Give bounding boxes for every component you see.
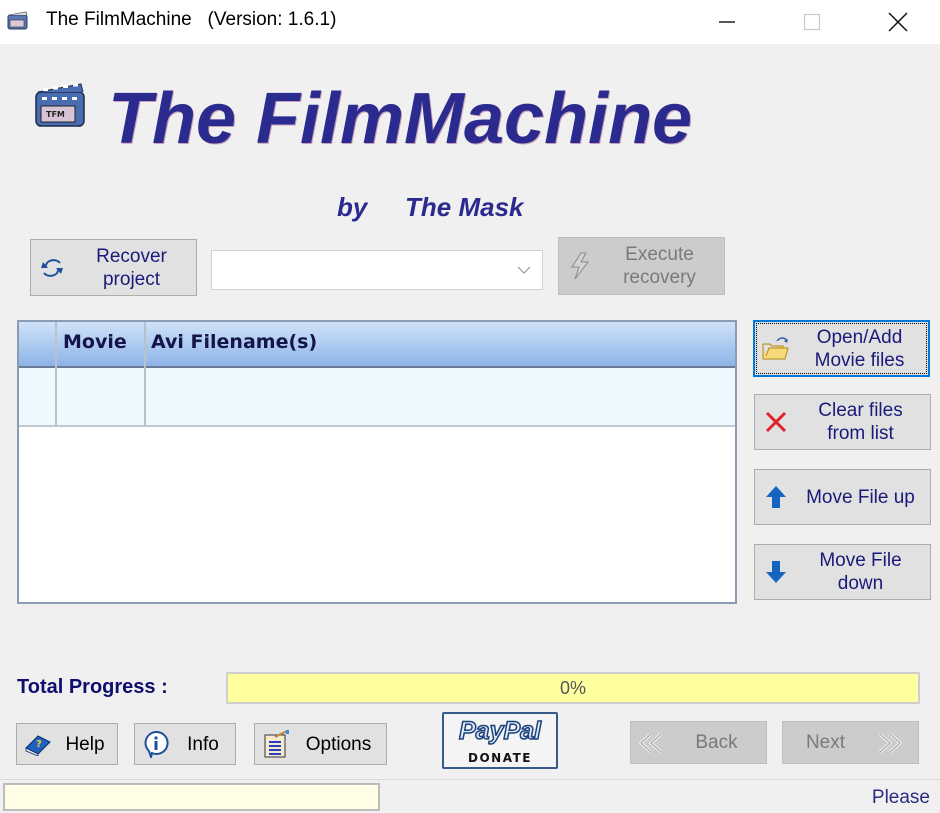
window-title: The FilmMachine (Version: 1.6.1) bbox=[46, 9, 337, 30]
back-button[interactable]: Back bbox=[630, 721, 767, 764]
move-up-label: Move File up bbox=[806, 486, 915, 508]
double-chevron-right-icon bbox=[878, 732, 903, 753]
paypal-donate-label: DONATE bbox=[468, 751, 532, 765]
help-book-icon: ? bbox=[25, 735, 51, 756]
options-clipboard-icon bbox=[264, 730, 289, 758]
maximize-button[interactable] bbox=[782, 0, 842, 44]
arrow-up-icon bbox=[766, 486, 786, 508]
paypal-logo: PayPal bbox=[458, 716, 542, 746]
total-progress-label: Total Progress : bbox=[17, 676, 168, 698]
info-icon bbox=[144, 730, 169, 758]
open-folder-icon bbox=[762, 336, 789, 359]
recover-project-button[interactable]: Recover project bbox=[30, 239, 197, 296]
execute-label-line1: Execute bbox=[625, 244, 694, 265]
progress-percent-text: 0% bbox=[559, 678, 586, 698]
close-button[interactable] bbox=[868, 0, 928, 44]
grid-header: Movie Avi Filename(s) bbox=[19, 322, 735, 368]
status-field bbox=[3, 783, 380, 811]
byline-by: by bbox=[337, 192, 368, 222]
move-file-up-button[interactable]: Move File up bbox=[754, 469, 931, 525]
info-button[interactable]: Info bbox=[134, 723, 236, 765]
back-label: Back bbox=[695, 732, 738, 753]
column-divider bbox=[144, 322, 146, 427]
execute-recovery-button[interactable]: Execute recovery bbox=[558, 237, 725, 295]
film-clapper-icon: TFM bbox=[35, 83, 85, 127]
lightning-icon bbox=[571, 252, 590, 280]
red-x-icon bbox=[765, 411, 787, 433]
open-label-line2: Movie files bbox=[814, 349, 905, 371]
byline-author: The Mask bbox=[405, 192, 524, 222]
move-file-down-button[interactable]: Move File down bbox=[754, 544, 931, 600]
chevron-down-icon[interactable] bbox=[506, 251, 542, 289]
column-header-movie[interactable]: Movie bbox=[63, 331, 127, 353]
banner-title: The FilmMachine bbox=[108, 79, 693, 159]
clear-label-line1: Clear files bbox=[818, 400, 903, 421]
help-button[interactable]: ? Help bbox=[16, 723, 118, 765]
move-down-label-line1: Move File bbox=[819, 550, 902, 571]
table-row[interactable] bbox=[19, 368, 735, 427]
title-bar: The FilmMachine (Version: 1.6.1) bbox=[0, 0, 940, 44]
help-label: Help bbox=[65, 733, 105, 755]
status-bar: Please bbox=[0, 779, 940, 813]
info-label: Info bbox=[187, 733, 219, 755]
next-label: Next bbox=[805, 732, 846, 753]
maximize-icon bbox=[803, 13, 821, 31]
move-down-label-line2: down bbox=[837, 573, 884, 594]
options-label: Options bbox=[305, 733, 372, 755]
close-icon bbox=[888, 12, 908, 32]
svg-text:TFM: TFM bbox=[46, 110, 65, 119]
clear-label-line2: from list bbox=[827, 423, 894, 444]
clear-files-button[interactable]: Clear files from list bbox=[754, 394, 931, 450]
arrow-down-icon bbox=[766, 561, 786, 583]
double-chevron-left-icon bbox=[638, 732, 663, 753]
next-button[interactable]: Next bbox=[782, 721, 919, 764]
app-icon bbox=[7, 11, 28, 30]
paypal-donate-button[interactable]: PayPal DONATE bbox=[442, 712, 558, 769]
total-progress-bar: 0% bbox=[226, 672, 920, 704]
minimize-icon bbox=[719, 21, 735, 23]
column-header-avi-filenames[interactable]: Avi Filename(s) bbox=[151, 331, 317, 353]
movie-file-grid[interactable]: Movie Avi Filename(s) bbox=[17, 320, 737, 604]
status-text: Please bbox=[871, 787, 930, 808]
options-button[interactable]: Options bbox=[254, 723, 387, 765]
column-divider bbox=[55, 322, 57, 427]
project-select[interactable] bbox=[211, 250, 543, 290]
app-window: The FilmMachine (Version: 1.6.1) TFM The… bbox=[0, 0, 940, 813]
recover-arrows-icon bbox=[41, 258, 63, 277]
svg-text:?: ? bbox=[36, 739, 42, 750]
open-label-line1: Open/Add bbox=[816, 326, 903, 348]
execute-label-line2: recovery bbox=[623, 267, 696, 288]
recover-label-line2: project bbox=[102, 268, 161, 290]
recover-label-line1: Recover bbox=[96, 245, 167, 267]
open-add-movie-files-button[interactable]: Open/Add Movie files bbox=[753, 320, 930, 377]
minimize-button[interactable] bbox=[697, 0, 757, 44]
